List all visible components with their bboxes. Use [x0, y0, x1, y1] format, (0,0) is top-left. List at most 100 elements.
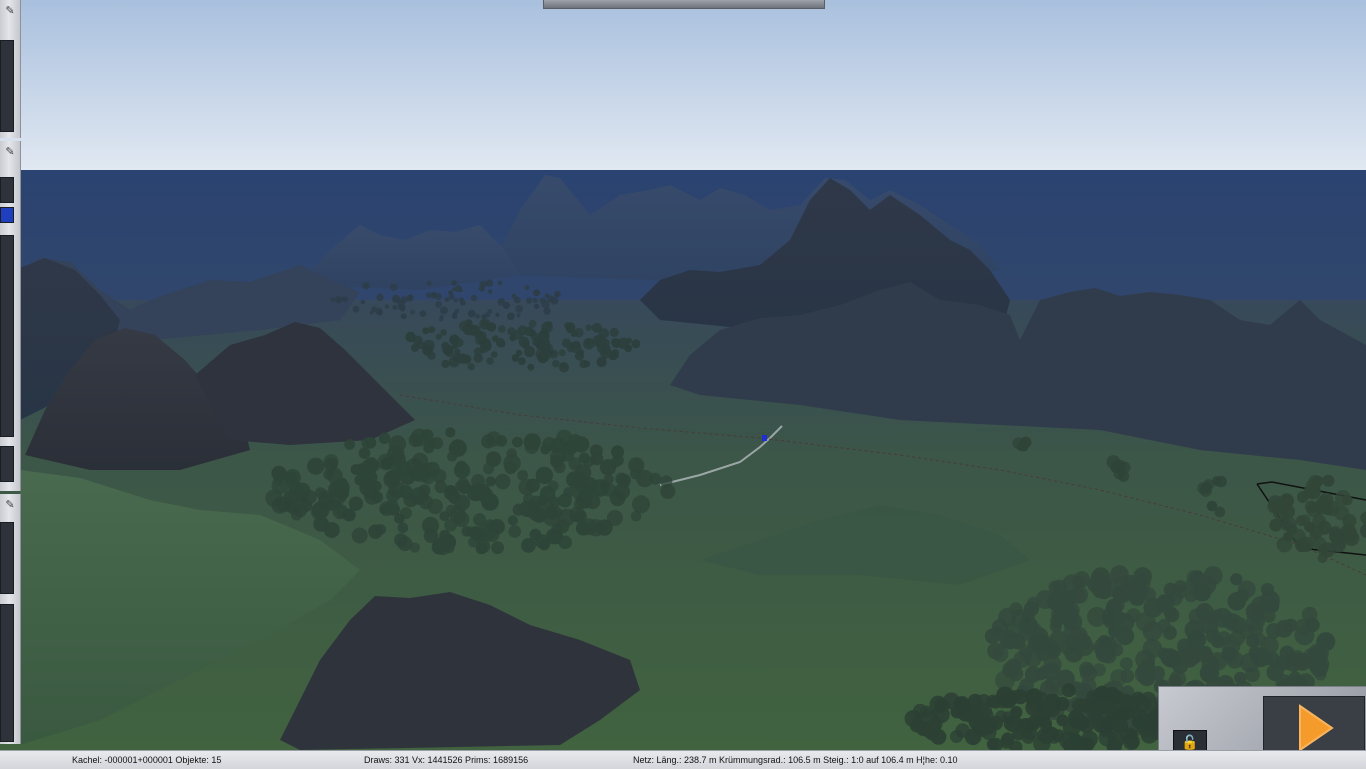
- tree: [1012, 727, 1025, 741]
- tree: [1304, 500, 1318, 514]
- tree: [422, 327, 430, 335]
- tree: [408, 433, 423, 447]
- tree: [1229, 630, 1246, 646]
- tree: [400, 313, 407, 320]
- tree: [558, 349, 566, 357]
- play-icon: [1299, 704, 1334, 752]
- tree: [445, 348, 454, 358]
- tree: [364, 457, 379, 471]
- tree: [925, 728, 939, 741]
- tree: [435, 333, 442, 340]
- tree: [1113, 459, 1126, 472]
- tree: [1189, 570, 1205, 586]
- tree: [313, 516, 329, 532]
- tree: [375, 307, 383, 315]
- tree: [1072, 698, 1087, 713]
- tree: [575, 520, 591, 536]
- tree: [1059, 604, 1079, 623]
- tree: [318, 490, 334, 506]
- pin-icon[interactable]: ✎: [1, 497, 19, 513]
- tree: [540, 444, 551, 455]
- tree: [1130, 582, 1148, 600]
- tree: [477, 523, 496, 542]
- pin-icon[interactable]: ✎: [1, 144, 19, 160]
- tree: [535, 466, 553, 485]
- tree: [611, 338, 620, 347]
- tree: [508, 525, 522, 538]
- tree: [485, 476, 496, 487]
- tree: [571, 471, 587, 487]
- tree: [546, 321, 553, 328]
- tree: [285, 471, 298, 484]
- tree: [1304, 521, 1316, 533]
- tree: [485, 279, 493, 287]
- tree: [986, 694, 1000, 708]
- tree: [1212, 476, 1222, 487]
- status-render-stats: Draws: 331 Vx: 1441526 Prims: 1689156: [364, 755, 529, 765]
- tree: [392, 294, 400, 303]
- tree: [584, 339, 591, 346]
- tree: [323, 454, 339, 469]
- tree: [453, 311, 458, 316]
- tree: [1164, 626, 1177, 639]
- tree: [453, 298, 459, 303]
- tree: [1209, 609, 1223, 622]
- tree: [491, 541, 504, 555]
- tree: [389, 283, 398, 291]
- 3d-viewport[interactable]: [0, 0, 1366, 750]
- tree: [552, 359, 560, 368]
- tree: [1124, 727, 1138, 741]
- tree: [1110, 716, 1128, 733]
- left-dock-panel-3[interactable]: ✎: [0, 494, 21, 744]
- terrain-scene[interactable]: [0, 0, 1366, 750]
- tree: [440, 329, 447, 336]
- tree: [1197, 647, 1214, 664]
- tree: [302, 490, 317, 505]
- tree: [360, 299, 366, 305]
- tree: [517, 325, 528, 336]
- tree: [491, 335, 499, 342]
- tree: [1317, 553, 1328, 564]
- panel-slot-selected[interactable]: [0, 207, 14, 223]
- tree: [517, 469, 529, 481]
- tree: [342, 296, 348, 302]
- tree: [507, 327, 516, 336]
- left-dock-panel-1[interactable]: ✎: [0, 0, 21, 138]
- status-net-info: Netz: Läng.: 238.7 m Krümmungsrad.: 106.…: [633, 755, 958, 765]
- panel-slot: [0, 446, 14, 482]
- tree: [1049, 630, 1067, 648]
- tree: [417, 491, 429, 502]
- tree: [1097, 688, 1111, 702]
- tree: [464, 319, 473, 327]
- tree: [1293, 652, 1311, 670]
- pin-icon[interactable]: ✎: [1, 3, 19, 19]
- tree: [524, 285, 530, 291]
- tree: [599, 480, 611, 491]
- tree: [409, 542, 420, 553]
- top-panel-tab[interactable]: [543, 0, 825, 9]
- tree: [470, 294, 478, 302]
- tree: [950, 705, 964, 719]
- tree: [435, 301, 442, 308]
- tree: [435, 535, 453, 552]
- tree: [1246, 634, 1260, 648]
- tree: [497, 280, 503, 286]
- tree: [392, 304, 398, 310]
- tree: [596, 356, 607, 368]
- tree: [1135, 612, 1156, 632]
- tree: [1240, 652, 1260, 673]
- tree: [523, 433, 541, 451]
- tree: [1259, 590, 1280, 611]
- tree: [1329, 528, 1344, 544]
- tree: [398, 485, 413, 499]
- tree: [275, 496, 292, 513]
- left-dock-panel-2[interactable]: ✎: [0, 141, 21, 491]
- tree: [631, 339, 641, 349]
- tree: [574, 327, 584, 338]
- tree: [457, 480, 472, 495]
- tree: [506, 312, 515, 321]
- tree: [547, 295, 555, 303]
- tree: [511, 293, 517, 299]
- tree: [527, 363, 535, 371]
- tree: [1001, 711, 1015, 725]
